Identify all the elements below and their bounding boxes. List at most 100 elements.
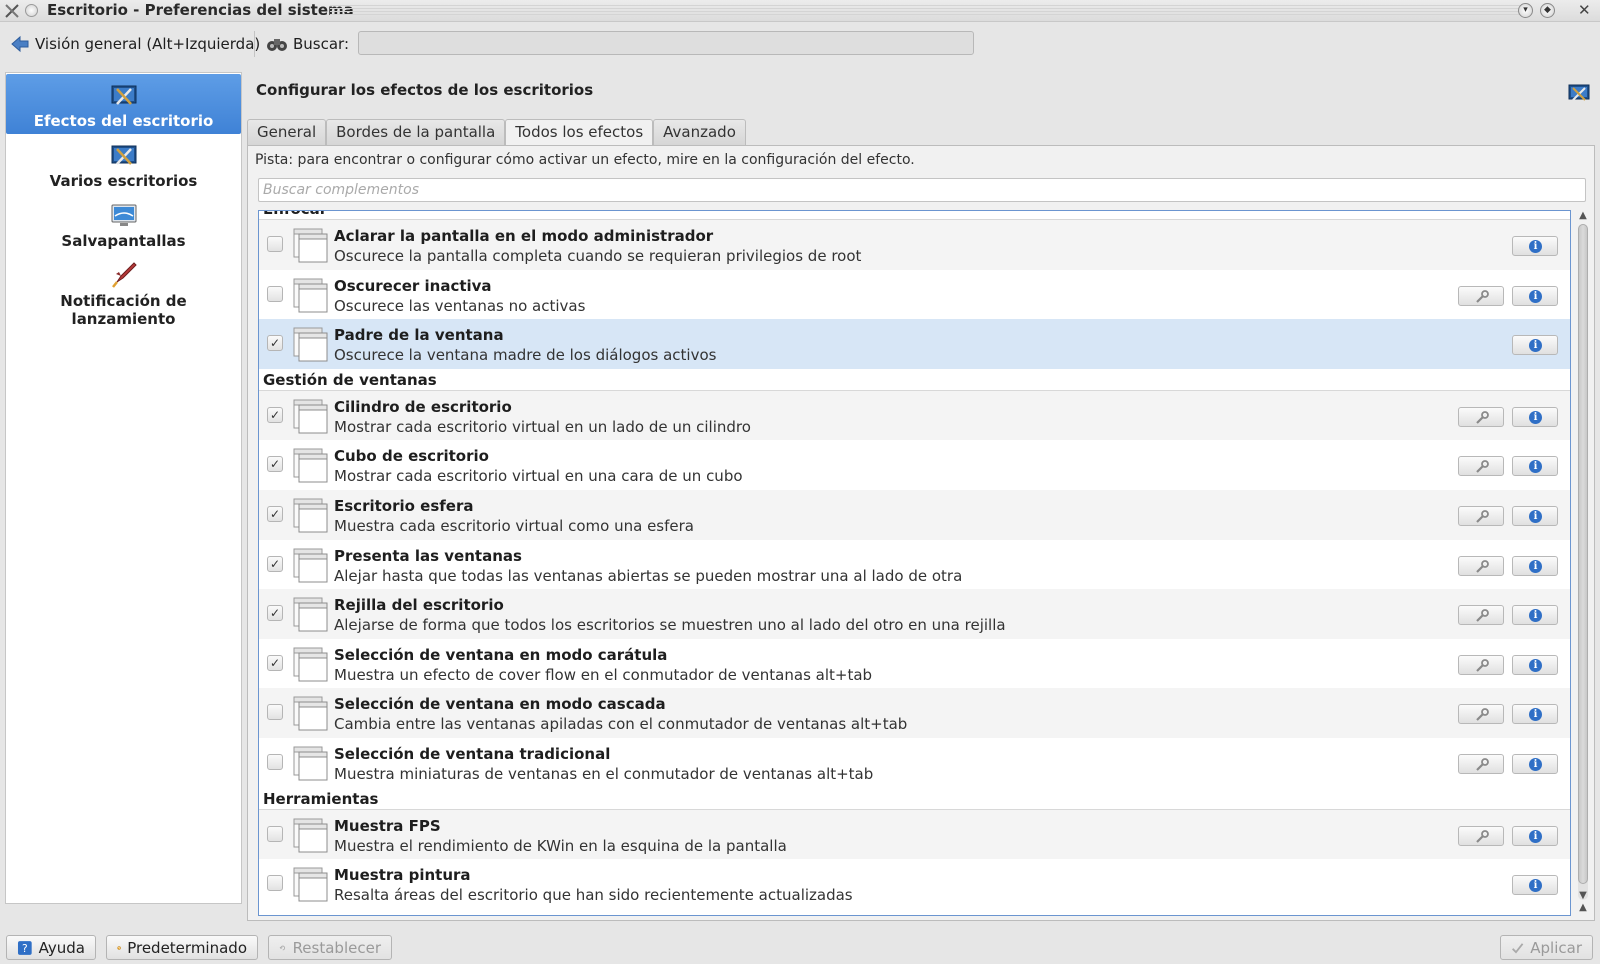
wrench-icon — [1474, 289, 1490, 305]
checkmark-icon — [1512, 942, 1524, 954]
tab-bar: General Bordes de la pantalla Todos los … — [247, 119, 746, 146]
tab-advanced[interactable]: Avanzado — [653, 119, 746, 145]
window-effect-icon — [291, 397, 329, 435]
sidebar-item-launch-feedback[interactable]: Notificación de lanzamiento — [6, 254, 241, 328]
window-menu-button[interactable] — [25, 4, 38, 17]
tab-screen-edges[interactable]: Bordes de la pantalla — [326, 119, 506, 145]
effect-checkbox[interactable]: ✓ — [267, 335, 283, 352]
wrench-icon — [1474, 509, 1490, 525]
effect-info-button[interactable]: i — [1512, 505, 1558, 526]
effect-checkbox[interactable] — [267, 285, 283, 302]
effect-row[interactable]: ✓ Presenta las ventanas Alejar hasta que t… — [259, 540, 1570, 590]
effect-checkbox[interactable] — [267, 236, 283, 252]
effect-configure-button[interactable] — [1458, 505, 1504, 526]
effect-info-button[interactable]: i — [1512, 456, 1558, 477]
scrollbar-thumb[interactable] — [1578, 224, 1588, 884]
wrench-icon — [1474, 559, 1490, 575]
category-header: Gestión de ventanas — [259, 369, 1570, 391]
search-label-text: Buscar: — [293, 35, 350, 53]
effects-list: Enfocar Aclarar la pantalla en el modo ad… — [258, 210, 1571, 916]
apply-button-label: Aplicar — [1530, 938, 1582, 957]
effect-configure-button[interactable] — [1458, 753, 1504, 774]
search-input[interactable] — [358, 31, 974, 55]
effect-configure-button[interactable] — [1458, 605, 1504, 626]
effect-row[interactable]: Muestra FPS Muestra el rendimiento de KWi… — [259, 809, 1570, 860]
effect-row[interactable]: Oscurecer inactiva Oscurece las ventanas … — [259, 270, 1570, 320]
effect-configure-button[interactable] — [1458, 555, 1504, 576]
tools-icon[interactable] — [4, 3, 20, 19]
sidebar-item-desktop-effects[interactable]: Efectos del escritorio — [6, 74, 241, 134]
effect-info-button[interactable]: i — [1512, 335, 1558, 356]
effect-info-button[interactable]: i — [1512, 753, 1558, 774]
effect-checkbox[interactable]: ✓ — [267, 605, 283, 622]
effect-configure-button[interactable] — [1458, 406, 1504, 427]
plugin-search-field[interactable] — [258, 178, 1586, 202]
wrench-icon — [1474, 459, 1490, 475]
sidebar-item-label: Notificación de lanzamiento — [60, 292, 187, 328]
effect-info-button[interactable]: i — [1512, 555, 1558, 576]
overview-back-button[interactable]: Visión general (Alt+Izquierda) — [10, 31, 260, 57]
tab-all-effects[interactable]: Todos los efectos — [505, 119, 654, 146]
back-arrow-icon — [11, 35, 29, 53]
effect-checkbox[interactable] — [267, 753, 283, 770]
effect-checkbox[interactable]: ✓ — [267, 406, 283, 423]
sidebar-item-virtual-desktops[interactable]: Varios escritorios — [6, 134, 241, 194]
info-icon: i — [1529, 240, 1542, 253]
tab-general[interactable]: General — [247, 119, 327, 145]
effect-checkbox[interactable] — [267, 704, 283, 721]
window-effect-icon — [291, 325, 329, 363]
effect-info-button[interactable]: i — [1512, 236, 1558, 256]
effect-checkbox[interactable] — [267, 825, 283, 842]
effect-row[interactable]: ✓ Rejilla del escritorio Alejarse de forma… — [259, 589, 1570, 639]
scroll-up-arrow-icon[interactable]: ▲ — [1576, 902, 1590, 914]
effect-info-button[interactable]: i — [1512, 654, 1558, 675]
screensaver-icon — [111, 204, 136, 226]
defaults-icon — [117, 945, 121, 950]
window-titlebar: Escritorio - Preferencias del sistema ▾ … — [0, 0, 1600, 22]
effect-row[interactable]: Muestra pintura Resalta áreas del escrito… — [259, 859, 1570, 909]
defaults-button[interactable]: Predeterminado — [106, 935, 258, 960]
effect-info-button[interactable]: i — [1512, 825, 1558, 846]
effects-scrollbar[interactable]: ▲ ▼ ▲ — [1575, 210, 1591, 916]
effect-info-button[interactable]: i — [1512, 285, 1558, 306]
effect-name: Oscurecer inactiva — [334, 276, 492, 295]
effect-info-button[interactable]: i — [1512, 875, 1558, 896]
effect-name: Aclarar la pantalla en el modo administr… — [334, 227, 714, 245]
maximize-button[interactable]: ◆ — [1540, 3, 1555, 18]
close-button[interactable]: ✕ — [1578, 1, 1591, 19]
titlebar-decoration — [330, 5, 1530, 17]
effect-configure-button[interactable] — [1458, 825, 1504, 846]
effect-row[interactable]: ✓ Selección de ventana en modo carátula Mu… — [259, 639, 1570, 689]
effect-row[interactable]: ✓ Escritorio esfera Muestra cada escritori… — [259, 489, 1570, 540]
effect-configure-button[interactable] — [1458, 456, 1504, 477]
effect-row[interactable]: Selección de ventana tradicional Muestra … — [259, 738, 1570, 788]
effect-checkbox[interactable]: ✓ — [267, 505, 283, 522]
reset-button[interactable]: Restablecer — [268, 935, 392, 960]
help-button[interactable]: ? Ayuda — [6, 935, 96, 960]
scroll-up-arrow-icon[interactable]: ▲ — [1576, 210, 1590, 222]
effect-description: Oscurece las ventanas no activas — [334, 296, 586, 315]
plugin-search-input[interactable] — [259, 179, 1585, 201]
overview-back-label: Visión general (Alt+Izquierda) — [35, 35, 261, 53]
effect-configure-button[interactable] — [1458, 285, 1504, 306]
toolbar: Visión general (Alt+Izquierda) Buscar: — [0, 23, 1600, 65]
apply-button[interactable]: Aplicar — [1500, 935, 1593, 960]
effect-info-button[interactable]: i — [1512, 605, 1558, 626]
effect-row[interactable]: ✓ Cilindro de escritorio Mostrar cada escr… — [259, 390, 1570, 441]
dialog-button-bar: ? Ayuda Predeterminado Restablecer Aplic… — [0, 932, 1600, 964]
effect-row[interactable]: Selección de ventana en modo cascada Camb… — [259, 688, 1570, 738]
effect-checkbox[interactable]: ✓ — [267, 555, 283, 572]
effect-row[interactable]: Aclarar la pantalla en el modo administr… — [259, 220, 1570, 270]
effect-info-button[interactable]: i — [1512, 704, 1558, 725]
scroll-down-arrow-icon[interactable]: ▼ — [1576, 890, 1590, 902]
effect-configure-button[interactable] — [1458, 704, 1504, 725]
effect-checkbox[interactable]: ✓ — [267, 456, 283, 473]
minimize-button[interactable]: ▾ — [1518, 3, 1533, 18]
effect-info-button[interactable]: i — [1512, 406, 1558, 427]
effect-checkbox[interactable]: ✓ — [267, 654, 283, 671]
effect-configure-button[interactable] — [1458, 654, 1504, 675]
effect-row[interactable]: ✓ Padre de la ventana Oscurece la ventana … — [259, 319, 1570, 369]
sidebar-item-screensaver[interactable]: Salvapantallas — [6, 194, 241, 254]
effect-checkbox[interactable] — [267, 875, 283, 892]
effect-row[interactable]: ✓ Cubo de escritorio Mostrar cada escritor… — [259, 440, 1570, 490]
